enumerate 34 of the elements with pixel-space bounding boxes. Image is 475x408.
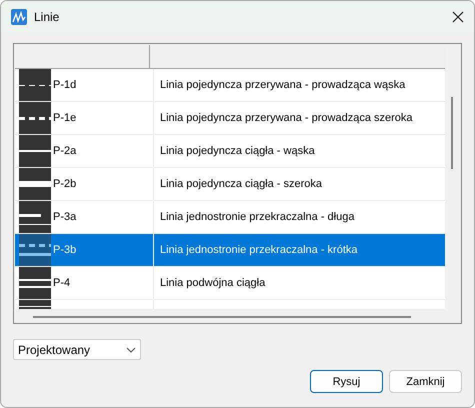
close-button[interactable]: Zamknij (389, 370, 462, 393)
table-row[interactable]: P-2a Linia pojedyncza ciągła - wąska (15, 135, 445, 168)
chevron-down-icon (126, 346, 136, 352)
scrollbar-thumb[interactable] (33, 316, 411, 318)
app-icon (11, 9, 27, 25)
line-description: Linia pojedyncza ciągła - szeroka (160, 178, 322, 190)
line-description: Linia pojedyncza przerywana - prowadząca szeroka (160, 112, 413, 124)
status-dropdown[interactable]: Projektowany (13, 339, 141, 360)
line-description: Linia jednostronie przekraczalna - długa (160, 211, 354, 223)
scrollbar-thumb[interactable] (451, 97, 453, 169)
table-row[interactable]: P-2b Linia pojedyncza ciągła - szeroka (15, 168, 445, 201)
line-swatch-icon (19, 201, 51, 233)
line-code: P-1d (53, 79, 76, 91)
table-row[interactable]: P-1d Linia pojedyncza przerywana - prowadząca wąska (15, 69, 445, 102)
line-swatch-icon (19, 102, 51, 134)
line-description: Linia pojedyncza przerywana - prowadząca wąska (160, 79, 406, 91)
line-swatch-icon (19, 234, 51, 266)
line-code: P-3a (53, 211, 76, 223)
line-code: P-3b (53, 244, 76, 256)
line-code: P-2a (53, 145, 76, 157)
close-icon[interactable] (452, 11, 464, 23)
line-description: Linia jednostronie przekraczalna - krótka (160, 244, 358, 256)
line-description: Linia podwójna ciągła (160, 277, 266, 289)
table-row[interactable]: P-3b Linia jednostronie przekraczalna - krótka (15, 234, 445, 267)
line-code: P-1e (53, 112, 76, 124)
line-swatch-icon (19, 168, 51, 200)
window-title: Linie (34, 10, 60, 24)
table-row[interactable]: P-1e Linia pojedyncza przerywana - prowadząca szeroka (15, 102, 445, 135)
line-code: P-2b (53, 178, 76, 190)
line-description: Linia pojedyncza ciągła - wąska (160, 145, 315, 157)
line-swatch-icon (19, 135, 51, 167)
line-code: P-4 (53, 277, 70, 289)
draw-button[interactable]: Rysuj (310, 370, 383, 393)
table-row[interactable]: P-4 Linia podwójna ciągła (15, 267, 445, 300)
